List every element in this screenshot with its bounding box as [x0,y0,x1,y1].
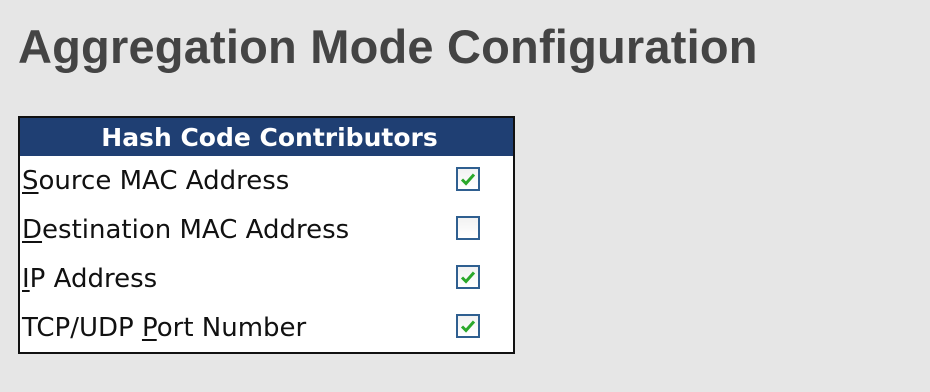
source-mac-checkbox[interactable] [456,167,480,191]
source-mac-label: Source MAC Address [19,156,452,205]
table-row-destination-mac: Destination MAC Address [19,205,514,254]
tcp-udp-port-label-prefix: TCP/UDP [22,312,142,343]
table-row-source-mac: Source MAC Address [19,156,514,205]
hash-code-contributors-table: Hash Code Contributors Source MAC Addres… [18,116,515,354]
destination-mac-label: Destination MAC Address [19,205,452,254]
ip-address-label: IP Address [19,254,452,303]
tcp-udp-port-access-key: P [141,312,157,343]
table-header: Hash Code Contributors [19,117,514,156]
table-header-row: Hash Code Contributors [19,117,514,156]
source-mac-access-key: S [22,165,39,196]
checkmark-icon [460,320,476,333]
source-mac-label-text: ource MAC Address [38,165,290,196]
destination-mac-checkbox[interactable] [456,216,480,240]
ip-address-checkbox[interactable] [456,265,480,289]
ip-address-label-text: P Address [29,263,158,294]
ip-address-access-key: I [22,263,30,294]
tcp-udp-port-checkbox[interactable] [456,314,480,338]
checkmark-icon [460,271,476,284]
tcp-udp-port-label: TCP/UDP Port Number [19,303,452,353]
table-row-ip-address: IP Address [19,254,514,303]
destination-mac-label-text: estination MAC Address [42,214,350,245]
checkmark-icon [460,173,476,186]
destination-mac-access-key: D [22,214,43,245]
table-row-tcp-udp-port: TCP/UDP Port Number [19,303,514,353]
tcp-udp-port-label-text: ort Number [156,312,307,343]
page-title: Aggregation Mode Configuration [18,20,758,73]
